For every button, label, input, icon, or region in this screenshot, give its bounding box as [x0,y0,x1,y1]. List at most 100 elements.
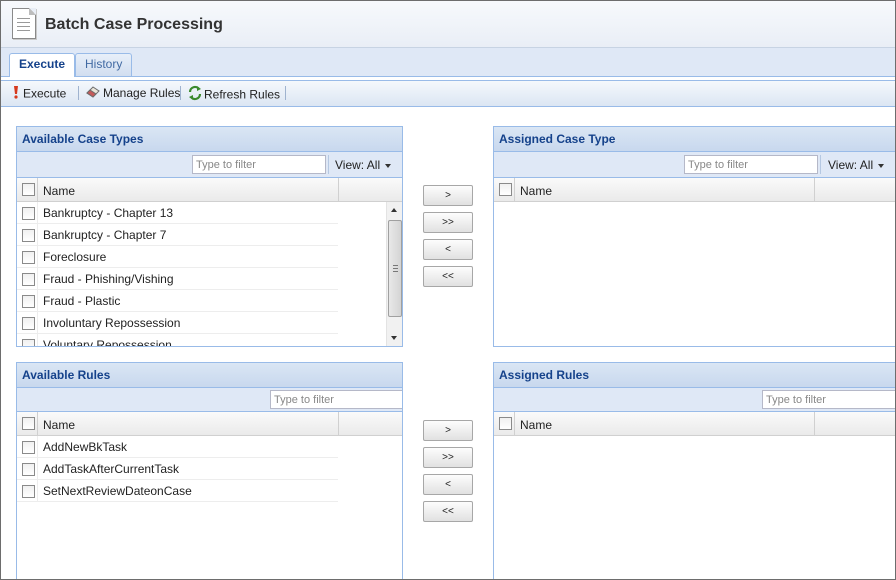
row-checkbox[interactable] [22,251,35,264]
row-checkbox[interactable] [22,229,35,242]
tab-history[interactable]: History [75,53,133,76]
available-rules-grid-header: Name [17,412,402,436]
list-item[interactable]: Bankruptcy - Chapter 13 [17,202,338,224]
list-item[interactable]: Foreclosure [17,246,338,268]
row-checkbox[interactable] [22,441,35,454]
row-checkbox[interactable] [22,295,35,308]
move-all-case-types-button[interactable]: >> [423,212,473,233]
assigned-rules-toolbar [494,388,895,412]
list-item[interactable]: Voluntary Repossession [17,334,338,346]
available-case-types-view-dropdown[interactable]: View: All [335,158,392,172]
remove-all-case-types-button[interactable]: << [423,266,473,287]
tab-execute[interactable]: Execute [9,53,76,77]
available-case-types-grid-header: Name [17,178,402,202]
available-rules-title: Available Rules [17,363,402,388]
available-case-types-title: Available Case Types [17,127,402,152]
action-toolbar: Execute Manage Rules Refresh Rules [1,80,895,107]
execute-button[interactable]: Execute [12,85,66,102]
view-dropdown-label: View: All [828,158,874,172]
case-types-scrollbar[interactable] [386,202,402,346]
available-rules-filter-input[interactable] [270,390,402,409]
move-selected-case-type-button[interactable]: > [423,185,473,206]
available-rules-list: AddNewBkTask AddTaskAfterCurrentTask Set… [17,436,402,502]
toolbar-separator [285,86,286,100]
page-title: Batch Case Processing [45,16,223,33]
toolbar-separator [78,86,79,100]
case-type-name: Bankruptcy - Chapter 13 [43,206,174,220]
available-rules-toolbar [17,388,402,412]
select-all-checkbox[interactable] [22,417,35,430]
page-header: Batch Case Processing [1,1,895,48]
row-checkbox[interactable] [22,273,35,286]
toolbar-separator [180,86,181,100]
name-column-header[interactable]: Name [43,184,75,198]
scroll-down-icon[interactable] [391,336,397,340]
row-checkbox[interactable] [22,485,35,498]
assigned-case-type-toolbar: View: All [494,152,895,178]
assigned-rules-filter-input[interactable] [762,390,895,409]
select-all-checkbox[interactable] [499,183,512,196]
exclamation-icon [12,85,20,104]
column-divider [338,178,339,201]
remove-selected-case-type-button[interactable]: < [423,239,473,260]
list-item[interactable]: AddNewBkTask [17,436,338,458]
scroll-thumb[interactable] [388,220,402,317]
rule-name: AddNewBkTask [43,440,128,454]
select-all-checkbox[interactable] [499,417,512,430]
rule-name: AddTaskAfterCurrentTask [43,462,180,476]
scroll-up-icon[interactable] [391,208,397,212]
remove-selected-rule-button[interactable]: < [423,474,473,495]
name-column-header[interactable]: Name [520,418,552,432]
document-icon [12,8,36,39]
eraser-icon [86,85,100,103]
available-case-types-toolbar: View: All [17,152,402,178]
column-divider [37,178,38,201]
assigned-case-type-filter-input[interactable] [684,155,818,174]
manage-rules-label: Manage Rules [103,86,181,101]
column-divider [37,412,38,435]
available-case-types-filter-input[interactable] [192,155,326,174]
move-all-rules-button[interactable]: >> [423,447,473,468]
list-item[interactable]: Fraud - Phishing/Vishing [17,268,338,290]
row-checkbox[interactable] [22,463,35,476]
available-rules-panel: Available Rules Name AddNewBkTask AddTas… [16,362,403,579]
list-item[interactable]: AddTaskAfterCurrentTask [17,458,338,480]
refresh-rules-label: Refresh Rules [204,87,281,102]
refresh-rules-button[interactable]: Refresh Rules [187,85,280,102]
assigned-case-type-view-dropdown[interactable]: View: All [828,158,885,172]
manage-rules-button[interactable]: Manage Rules [86,85,180,102]
name-column-header[interactable]: Name [520,184,552,198]
assigned-case-type-panel: Assigned Case Type View: All Name [493,126,895,347]
name-column-header[interactable]: Name [43,418,75,432]
column-divider [514,178,515,201]
row-checkbox[interactable] [22,339,35,346]
case-type-name: Bankruptcy - Chapter 7 [43,228,167,242]
assigned-rules-grid-header: Name [494,412,895,436]
select-all-checkbox[interactable] [22,183,35,196]
list-item[interactable]: Fraud - Plastic [17,290,338,312]
available-case-types-list: Bankruptcy - Chapter 13 Bankruptcy - Cha… [17,202,402,346]
move-selected-rule-button[interactable]: > [423,420,473,441]
case-type-name: Involuntary Repossession [43,316,181,330]
chevron-down-icon [878,163,885,168]
case-type-name: Fraud - Plastic [43,294,121,308]
case-type-name: Foreclosure [43,250,107,264]
column-divider [514,412,515,435]
list-item[interactable]: Involuntary Repossession [17,312,338,334]
available-case-types-panel: Available Case Types View: All Name Bank… [16,126,403,347]
assigned-case-type-grid-header: Name [494,178,895,202]
column-divider [814,412,815,435]
list-item[interactable]: Bankruptcy - Chapter 7 [17,224,338,246]
list-item[interactable]: SetNextReviewDateonCase [17,480,338,502]
tab-bar: Execute History [1,48,895,77]
case-type-name: Voluntary Repossession [43,338,172,346]
assigned-rules-title: Assigned Rules [494,363,895,388]
toolbar-separator [820,155,821,174]
view-dropdown-label: View: All [335,158,381,172]
assigned-case-type-title: Assigned Case Type [494,127,895,152]
chevron-down-icon [385,163,392,168]
remove-all-rules-button[interactable]: << [423,501,473,522]
row-checkbox[interactable] [22,317,35,330]
case-type-name: Fraud - Phishing/Vishing [43,272,174,286]
row-checkbox[interactable] [22,207,35,220]
